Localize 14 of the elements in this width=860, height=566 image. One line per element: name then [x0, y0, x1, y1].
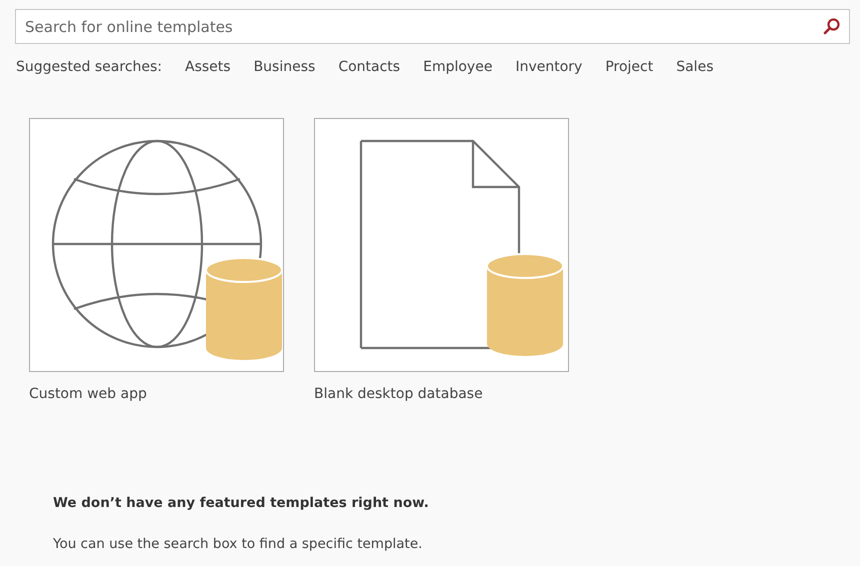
message-heading: We don’t have any featured templates right now. [53, 495, 430, 512]
search-field[interactable]: Search for online templates [15, 9, 850, 44]
suggested-searches-label: Suggested searches: [16, 58, 162, 77]
suggested-search-link[interactable]: Contacts [338, 57, 400, 78]
suggested-search-link[interactable]: Business [254, 57, 316, 78]
template-label[interactable]: Blank desktop database [314, 384, 569, 405]
suggested-search-link[interactable]: Project [605, 57, 654, 78]
search-icon[interactable] [823, 17, 841, 35]
suggested-search-link[interactable]: Employee [423, 57, 492, 78]
suggested-search-link[interactable]: Sales [676, 57, 714, 78]
template-label[interactable]: Custom web app [29, 384, 284, 405]
suggested-search-link[interactable]: Inventory [515, 57, 582, 78]
suggested-search-link[interactable]: Assets [185, 57, 231, 78]
message-text: You can use the search box to find a specific template. [53, 535, 424, 554]
